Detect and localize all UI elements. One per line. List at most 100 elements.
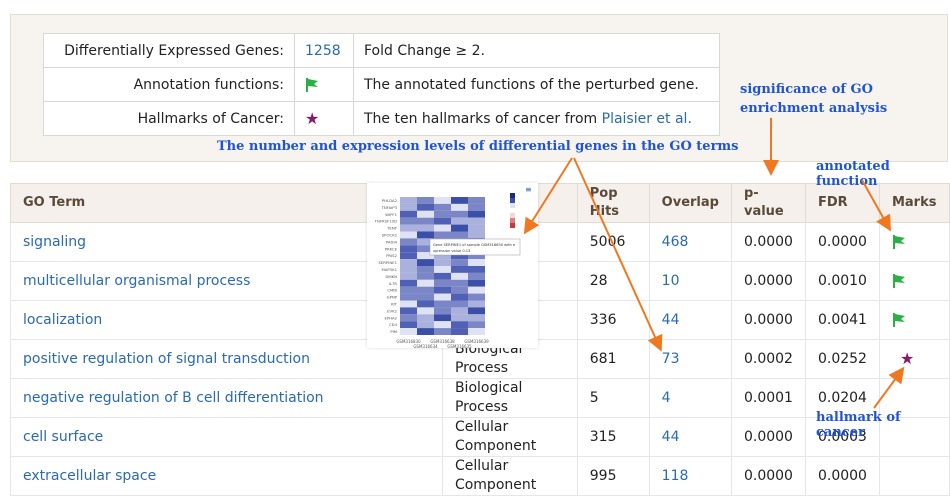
heatmap-cell[interactable] [417, 328, 434, 335]
plaisier-link[interactable]: Plaisier et al. [602, 111, 692, 127]
heatmap-cell[interactable] [451, 321, 468, 329]
heatmap-cell[interactable] [468, 321, 485, 329]
heatmap-cell[interactable] [434, 272, 451, 280]
heatmap-cell[interactable] [451, 328, 468, 335]
heatmap-cell[interactable] [468, 210, 485, 218]
heatmap-cell[interactable] [417, 203, 434, 211]
heatmap-cell[interactable] [451, 266, 468, 273]
heatmap-cell[interactable] [400, 217, 417, 225]
heatmap-cell[interactable] [400, 321, 417, 329]
heatmap-cell[interactable] [451, 231, 468, 239]
heatmap-cell[interactable] [417, 300, 434, 308]
heatmap-cell[interactable] [434, 328, 451, 335]
heatmap-cell[interactable] [451, 272, 468, 280]
heatmap-cell[interactable] [434, 203, 451, 211]
heatmap-cell[interactable] [451, 224, 468, 232]
heatmap-cell[interactable] [451, 210, 468, 218]
heatmap-cell[interactable] [434, 231, 451, 239]
heatmap-cell[interactable] [468, 286, 485, 294]
heatmap-cell[interactable] [400, 259, 417, 266]
go-term-link[interactable]: negative regulation of B cell differenti… [10, 378, 443, 418]
heatmap-cell[interactable] [468, 314, 485, 322]
heatmap-cell[interactable] [468, 266, 485, 273]
header-overlap[interactable]: Overlap [648, 183, 732, 223]
heatmap-cell[interactable] [417, 197, 434, 204]
header-fdr[interactable]: FDR [804, 183, 880, 223]
heatmap-cell[interactable] [400, 203, 417, 211]
heatmap-cell[interactable] [468, 293, 485, 301]
heatmap-cell[interactable] [417, 293, 434, 301]
header-marks[interactable]: Marks [878, 183, 950, 223]
heatmap-cell[interactable] [417, 321, 434, 329]
heatmap-cell[interactable] [400, 210, 417, 218]
heatmap-cell[interactable] [417, 224, 434, 232]
heatmap-cell[interactable] [400, 272, 417, 280]
heatmap-cell[interactable] [400, 197, 417, 204]
heatmap-cell[interactable] [400, 314, 417, 322]
heatmap-cell[interactable] [417, 286, 434, 294]
heatmap-cell[interactable] [417, 272, 434, 280]
heatmap-cell[interactable] [451, 203, 468, 211]
heatmap-cell[interactable] [400, 328, 417, 335]
heatmap-cell[interactable] [434, 210, 451, 218]
menu-icon[interactable]: ≡ [525, 185, 532, 194]
heatmap-cell[interactable] [451, 293, 468, 301]
heatmap-cell[interactable] [417, 231, 434, 239]
overlap-link[interactable]: 118 [648, 456, 732, 496]
heatmap-cell[interactable] [400, 300, 417, 308]
header-pop-hits[interactable]: Pop Hits [576, 183, 650, 223]
heatmap-cell[interactable] [400, 231, 417, 239]
heatmap-cell[interactable] [451, 286, 468, 294]
heatmap-cell[interactable] [434, 266, 451, 273]
heatmap-cell[interactable] [451, 300, 468, 308]
heatmap-cell[interactable] [468, 217, 485, 225]
heatmap-cell[interactable] [451, 314, 468, 322]
heatmap-cell[interactable] [400, 286, 417, 294]
heatmap-cell[interactable] [468, 279, 485, 287]
heatmap-cell[interactable] [434, 286, 451, 294]
heatmap-cell[interactable] [468, 328, 485, 335]
heatmap-cell[interactable] [434, 279, 451, 287]
heatmap-cell[interactable] [434, 259, 451, 266]
overlap-link[interactable]: 44 [648, 417, 732, 457]
overlap-link[interactable]: 4 [648, 378, 732, 418]
heatmap-cell[interactable] [417, 210, 434, 218]
heatmap-cell[interactable] [468, 224, 485, 232]
heatmap-cell[interactable] [451, 217, 468, 225]
heatmap-cell[interactable] [468, 307, 485, 315]
heatmap-cell[interactable] [417, 279, 434, 287]
heatmap-cell[interactable] [451, 279, 468, 287]
heatmap-cell[interactable] [400, 252, 417, 260]
go-term-link[interactable]: extracellular space [10, 456, 443, 496]
heatmap-cell[interactable] [468, 300, 485, 308]
heatmap-cell[interactable] [400, 293, 417, 301]
heatmap-cell[interactable] [468, 203, 485, 211]
heatmap-cell[interactable] [434, 217, 451, 225]
heatmap-cell[interactable] [451, 307, 468, 315]
heatmap-cell[interactable] [400, 245, 417, 253]
heatmap-cell[interactable] [451, 197, 468, 204]
go-term-link[interactable]: cell surface [10, 417, 443, 457]
heatmap-cell[interactable] [434, 321, 451, 329]
heatmap-cell[interactable] [434, 314, 451, 322]
heatmap-cell[interactable] [417, 217, 434, 225]
heatmap-cell[interactable] [400, 238, 417, 246]
heatmap-cell[interactable] [417, 314, 434, 322]
heatmap-cell[interactable] [400, 307, 417, 315]
heatmap-cell[interactable] [400, 266, 417, 273]
heatmap-cell[interactable] [434, 224, 451, 232]
heatmap-cell[interactable] [468, 272, 485, 280]
header-p-value[interactable]: p-value [730, 183, 806, 223]
heatmap-cell[interactable] [400, 279, 417, 287]
heatmap-cell[interactable] [434, 293, 451, 301]
heatmap-cell[interactable] [468, 231, 485, 239]
heatmap-cell[interactable] [434, 307, 451, 315]
heatmap-cell[interactable] [451, 259, 468, 266]
heatmap-cell[interactable] [417, 307, 434, 315]
overlap-link[interactable]: 44 [648, 300, 732, 340]
heatmap-cell[interactable] [468, 197, 485, 204]
deg-count-link[interactable]: 1258 [294, 33, 354, 68]
heatmap-cell[interactable] [417, 266, 434, 273]
heatmap-cell[interactable] [400, 224, 417, 232]
overlap-link[interactable]: 468 [648, 222, 732, 262]
